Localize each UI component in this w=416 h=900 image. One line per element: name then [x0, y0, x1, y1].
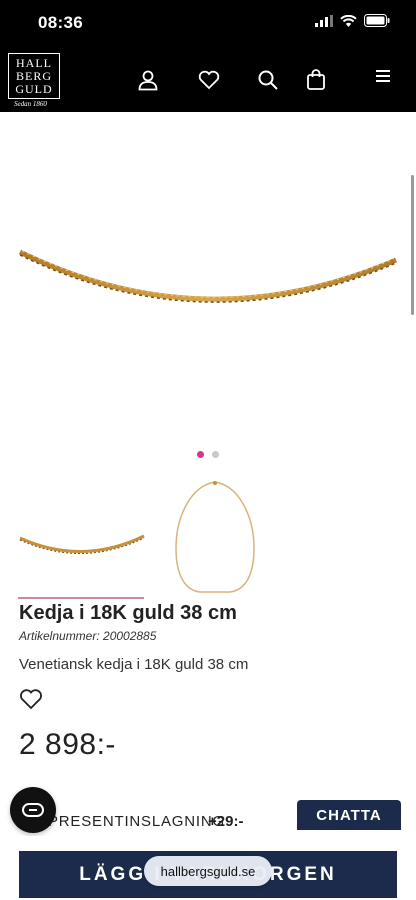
logo-box: HALL BERG GULD	[8, 53, 60, 99]
chat-icon	[22, 803, 44, 817]
battery-icon	[364, 14, 390, 27]
user-icon[interactable]	[136, 68, 160, 92]
product-title: Kedja i 18K guld 38 cm	[19, 602, 237, 624]
logo-tagline: Sedan 1860	[14, 100, 47, 108]
wishlist-heart-icon[interactable]	[19, 688, 43, 710]
logo-line-1: HALL	[16, 55, 52, 70]
menu-icon[interactable]	[371, 64, 395, 88]
search-icon[interactable]	[256, 68, 280, 92]
scrollbar[interactable]	[411, 175, 414, 315]
chatta-button[interactable]: CHATTA	[297, 800, 401, 830]
gallery-dot-1[interactable]	[197, 451, 204, 458]
gift-wrap-price: +29:-	[208, 813, 244, 830]
thumbnail-2[interactable]	[170, 478, 260, 596]
chat-bubble-button[interactable]	[10, 787, 56, 833]
status-icons	[315, 14, 390, 27]
bag-icon[interactable]	[304, 68, 328, 92]
logo-line-2: BERG	[15, 68, 52, 83]
product-image[interactable]	[0, 112, 416, 472]
logo-line-3: GULD	[15, 81, 53, 96]
browser-url-pill[interactable]: hallbergsguld.se	[144, 856, 272, 886]
product-price: 2 898:-	[19, 728, 116, 761]
heart-icon[interactable]	[197, 68, 221, 92]
wifi-icon	[340, 14, 357, 27]
top-bar: 08:36 HALL BERG GULD Sedan 1860	[0, 0, 416, 112]
gallery-dot-2[interactable]	[212, 451, 219, 458]
thumbnail-active-indicator	[18, 597, 144, 599]
article-number: Artikelnummer: 20002885	[19, 629, 157, 643]
chain-image	[18, 249, 397, 303]
signal-icon	[315, 14, 333, 27]
thumbnail-1[interactable]	[18, 478, 146, 596]
product-description: Venetiansk kedja i 18K guld 38 cm	[19, 656, 249, 673]
status-time: 08:36	[38, 13, 83, 32]
brand-logo[interactable]: HALL BERG GULD Sedan 1860	[8, 53, 62, 108]
gift-wrap-label[interactable]: PRESENTINSLAGNING	[48, 813, 225, 830]
gallery-dots	[0, 451, 416, 458]
